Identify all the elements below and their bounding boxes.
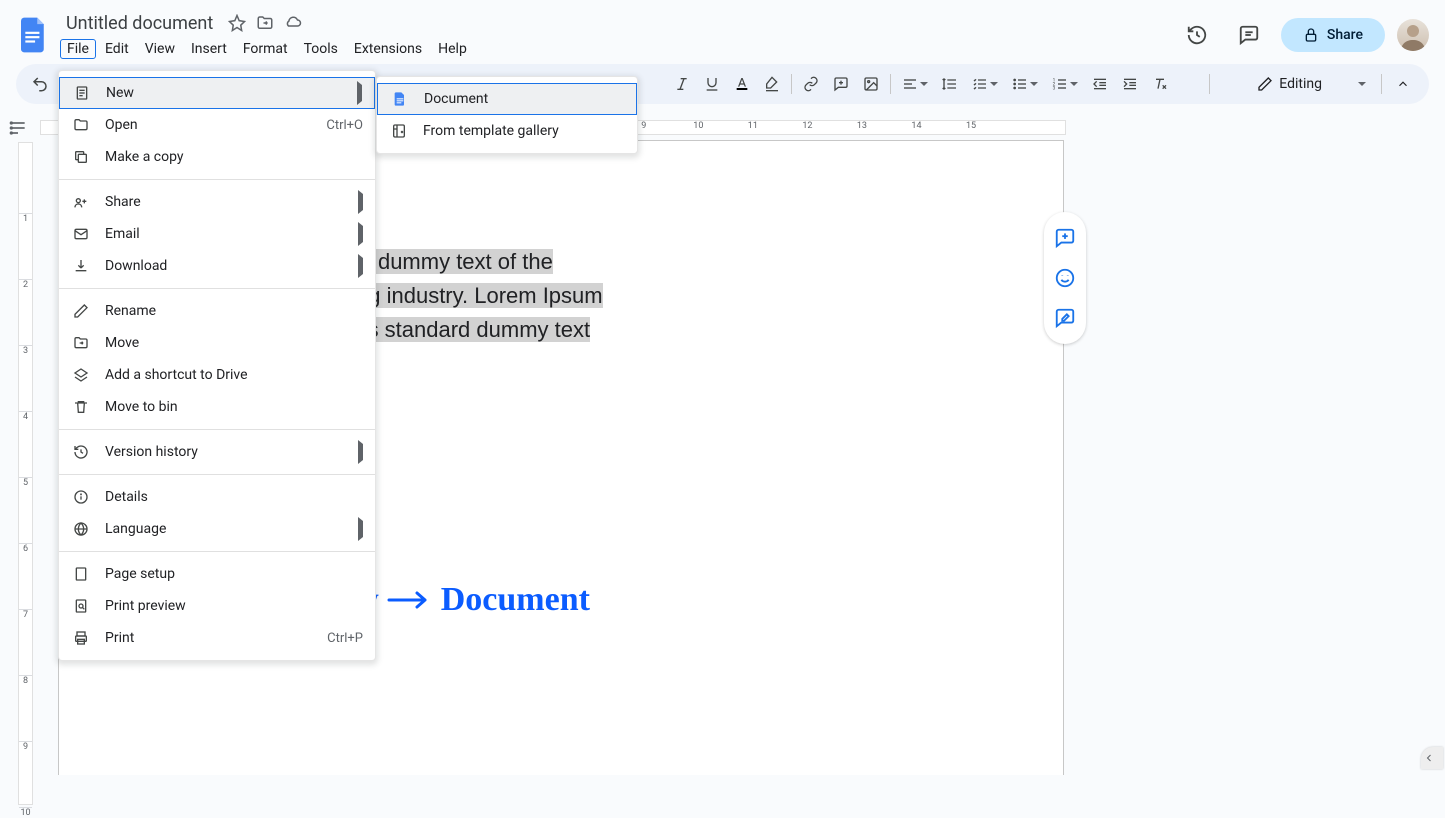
file-menu-item-email[interactable]: Email xyxy=(59,218,375,250)
menu-view[interactable]: View xyxy=(138,39,182,59)
chevron-right-icon xyxy=(358,444,363,460)
vertical-ruler[interactable]: 12345678910 xyxy=(18,142,33,805)
chevron-right-icon xyxy=(357,85,362,101)
email-icon xyxy=(71,224,91,244)
file-dropdown-menu: NewOpenCtrl+OMake a copy ShareEmailDownlo… xyxy=(58,70,376,661)
file-menu-item-details[interactable]: Details xyxy=(59,481,375,513)
file-menu-item-language[interactable]: Language xyxy=(59,513,375,545)
editing-mode-button[interactable]: Editing xyxy=(1247,69,1376,99)
header: Untitled document File Edit View Insert … xyxy=(0,0,1445,64)
chevron-right-icon xyxy=(358,226,363,242)
file-menu-item-make-a-copy[interactable]: Make a copy xyxy=(59,141,375,173)
file-menu-item-print-preview[interactable]: Print preview xyxy=(59,590,375,622)
copy-icon xyxy=(71,147,91,167)
doc-icon xyxy=(72,83,92,103)
decrease-indent-button[interactable] xyxy=(1086,70,1114,98)
share-button[interactable]: Share xyxy=(1281,18,1385,52)
italic-button[interactable] xyxy=(668,70,696,98)
star-icon[interactable] xyxy=(227,13,247,33)
line-spacing-button[interactable] xyxy=(936,70,964,98)
file-menu-item-new[interactable]: New xyxy=(59,77,375,109)
share-label: Share xyxy=(1327,27,1363,43)
download-icon xyxy=(71,256,91,276)
add-reaction-button[interactable] xyxy=(1047,260,1083,296)
chevron-right-icon xyxy=(358,521,363,537)
left-ruler-area: 12345678910 xyxy=(0,112,40,775)
menu-file[interactable]: File xyxy=(60,39,96,59)
chevron-right-icon xyxy=(358,258,363,274)
submenu-item-template[interactable]: From template gallery xyxy=(377,115,637,147)
explore-button[interactable] xyxy=(1421,747,1443,769)
file-menu-item-move-to-bin[interactable]: Move to bin xyxy=(59,391,375,423)
collapse-toolbar-button[interactable] xyxy=(1387,68,1419,100)
undo-button[interactable] xyxy=(26,70,54,98)
suggest-edits-button[interactable] xyxy=(1047,300,1083,336)
increase-indent-button[interactable] xyxy=(1116,70,1144,98)
outline-toggle-button[interactable] xyxy=(8,118,32,142)
menu-format[interactable]: Format xyxy=(236,39,295,59)
align-button[interactable] xyxy=(896,70,934,98)
clear-formatting-button[interactable] xyxy=(1146,70,1174,98)
file-menu-item-share[interactable]: Share xyxy=(59,186,375,218)
comments-icon[interactable] xyxy=(1229,15,1269,55)
trash-icon xyxy=(71,397,91,417)
file-menu-item-move[interactable]: Move xyxy=(59,327,375,359)
avatar[interactable] xyxy=(1397,19,1429,51)
file-menu-item-download[interactable]: Download xyxy=(59,250,375,282)
move-icon xyxy=(71,333,91,353)
globe-icon xyxy=(71,519,91,539)
insert-image-button[interactable] xyxy=(857,70,885,98)
docs-logo[interactable] xyxy=(16,17,52,53)
menu-insert[interactable]: Insert xyxy=(184,39,234,59)
pencil-icon xyxy=(1257,76,1273,92)
shortcut-icon xyxy=(71,365,91,385)
file-menu-item-rename[interactable]: Rename xyxy=(59,295,375,327)
document-icon xyxy=(390,89,410,109)
svg-text:3: 3 xyxy=(1053,85,1056,91)
file-menu-item-open[interactable]: OpenCtrl+O xyxy=(59,109,375,141)
document-title[interactable]: Untitled document xyxy=(60,11,219,36)
menu-help[interactable]: Help xyxy=(431,39,474,59)
new-submenu: Document From template gallery xyxy=(376,76,638,154)
info-icon xyxy=(71,487,91,507)
checklist-button[interactable] xyxy=(966,70,1004,98)
add-comment-button[interactable] xyxy=(1047,220,1083,256)
history-icon[interactable] xyxy=(1177,15,1217,55)
highlight-button[interactable] xyxy=(758,70,786,98)
insert-link-button[interactable] xyxy=(797,70,825,98)
lock-icon xyxy=(1303,27,1319,43)
rename-icon xyxy=(71,301,91,321)
print-icon xyxy=(71,628,91,648)
underline-button[interactable] xyxy=(698,70,726,98)
preview-icon xyxy=(71,596,91,616)
submenu-item-document[interactable]: Document xyxy=(377,83,637,115)
page-side-buttons xyxy=(1044,212,1086,344)
menu-bar: File Edit View Insert Format Tools Exten… xyxy=(60,37,1177,61)
file-menu-item-print[interactable]: PrintCtrl+P xyxy=(59,622,375,654)
chevron-right-icon xyxy=(358,194,363,210)
menu-extensions[interactable]: Extensions xyxy=(347,39,429,59)
menu-edit[interactable]: Edit xyxy=(98,39,136,59)
file-menu-item-add-a-shortcut-to-drive[interactable]: Add a shortcut to Drive xyxy=(59,359,375,391)
header-right: Share xyxy=(1177,15,1429,55)
text-color-button[interactable] xyxy=(728,70,756,98)
folder-icon xyxy=(71,115,91,135)
move-to-folder-icon[interactable] xyxy=(255,13,275,33)
file-menu-item-page-setup[interactable]: Page setup xyxy=(59,558,375,590)
title-area: Untitled document File Edit View Insert … xyxy=(60,9,1177,61)
menu-tools[interactable]: Tools xyxy=(297,39,345,59)
insert-comment-button[interactable] xyxy=(827,70,855,98)
numbered-list-button[interactable]: 123 xyxy=(1046,70,1084,98)
template-icon xyxy=(389,121,409,141)
arrow-icon xyxy=(387,588,433,612)
history-icon xyxy=(71,442,91,462)
cloud-status-icon[interactable] xyxy=(283,13,303,33)
file-menu-item-version-history[interactable]: Version history xyxy=(59,436,375,468)
bulleted-list-button[interactable] xyxy=(1006,70,1044,98)
share-icon xyxy=(71,192,91,212)
page-icon xyxy=(71,564,91,584)
